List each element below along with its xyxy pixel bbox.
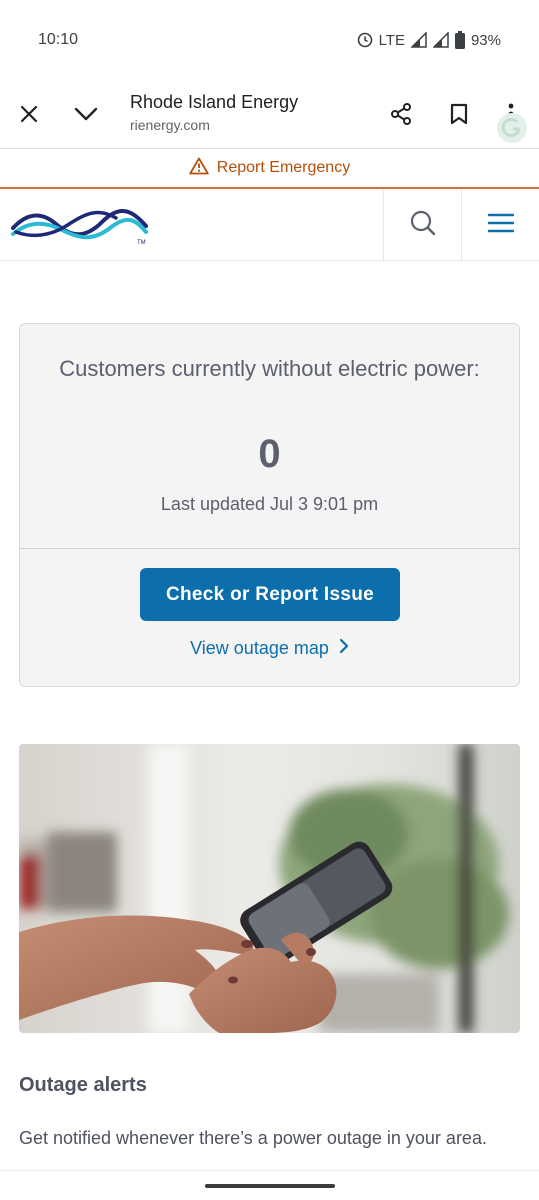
divider [20,548,519,549]
chevron-right-icon [339,638,349,659]
logo[interactable]: TM [10,198,150,255]
search-button[interactable] [383,190,461,260]
battery-icon [454,31,465,49]
outage-alerts-heading: Outage alerts [19,1074,147,1096]
home-gesture-handle[interactable] [205,1184,335,1188]
signal-icon [410,32,427,48]
menu-button[interactable] [461,190,539,260]
alarm-icon [357,32,373,48]
site-header: TM [0,190,539,261]
browser-toolbar: Rhode Island Energy rienergy.com [0,80,539,148]
signal-icon [432,32,449,48]
navigation-bar [0,1170,539,1200]
search-icon [409,209,437,242]
warning-icon [189,157,209,180]
last-updated: Last updated Jul 3 9:01 pm [160,494,379,514]
outage-status-card: Customers currently without electric pow… [19,323,520,687]
close-icon[interactable] [9,94,49,134]
outage-count: 0 [258,432,281,476]
share-icon[interactable] [381,94,421,134]
hands-holding-phone-image [19,744,520,1033]
outage-heading: Customers currently without electric pow… [59,356,480,381]
svg-text:TM: TM [137,240,146,246]
assistant-bubble-icon[interactable] [496,112,528,149]
report-emergency-label: Report Emergency [216,159,351,176]
battery-level: 93% [470,31,501,49]
site-url: rienergy.com [130,117,210,133]
view-outage-map-label: View outage map [190,638,329,658]
browser-title: Rhode Island Energy rienergy.com [130,92,298,133]
menu-icon [487,213,514,238]
check-or-report-issue-button[interactable]: Check or Report Issue [140,568,400,621]
outage-alerts-description: Get notified whenever there’s a power ou… [19,1128,487,1148]
status-bar: 10:10 LTE 93% [0,0,539,80]
view-outage-map-link[interactable]: View outage map [20,638,519,659]
network-label: LTE [378,31,405,49]
status-icons: LTE 93% [357,31,501,49]
report-emergency-link[interactable]: Report Emergency [0,149,539,189]
status-time: 10:10 [38,31,79,48]
chevron-down-icon[interactable] [66,94,106,134]
site-name: Rhode Island Energy [130,92,299,112]
bookmark-icon[interactable] [439,94,479,134]
